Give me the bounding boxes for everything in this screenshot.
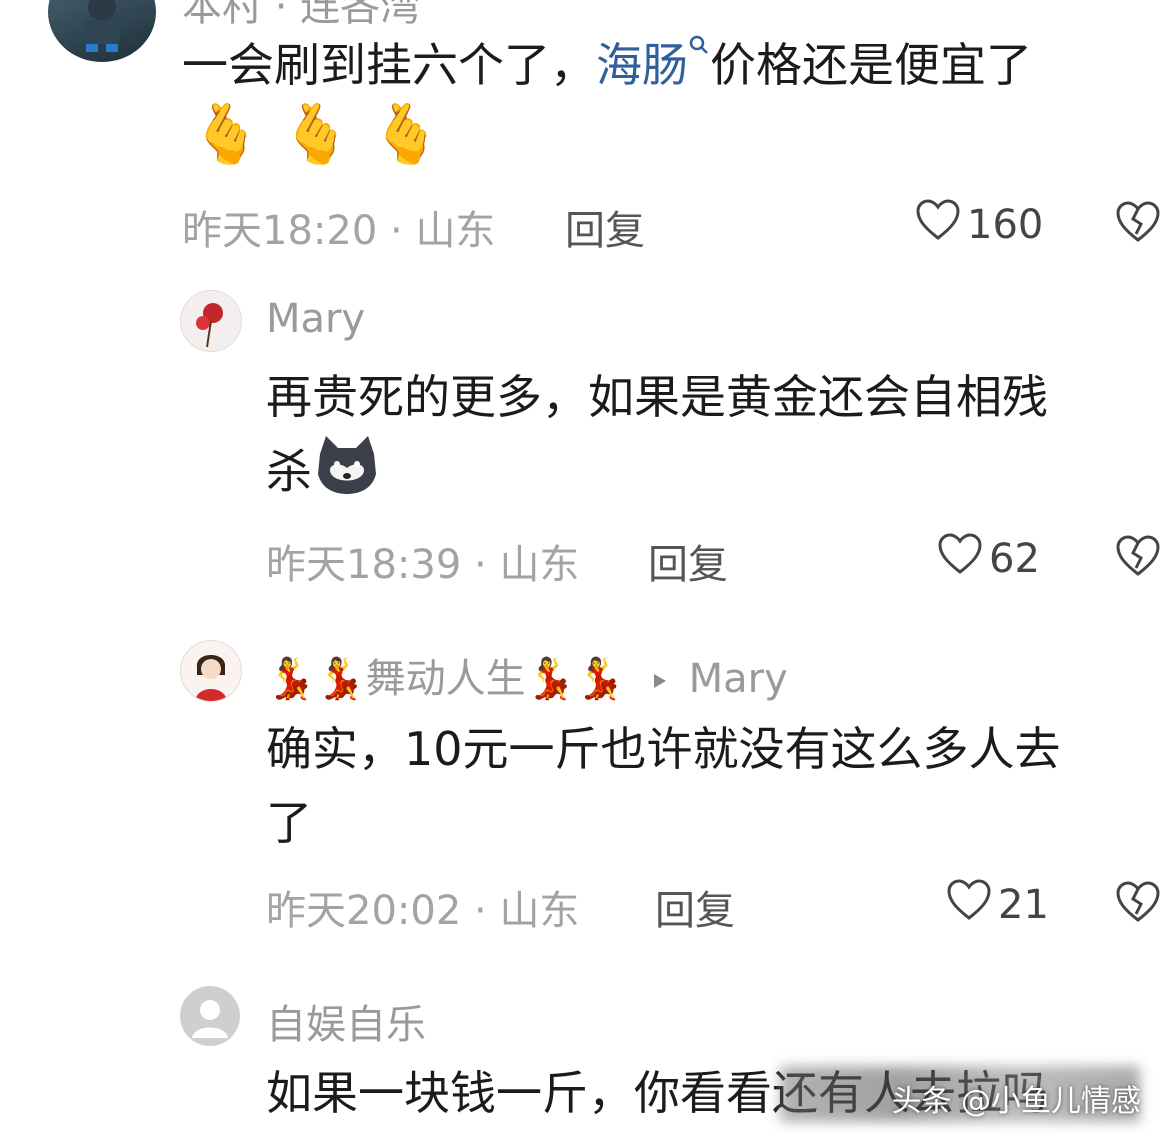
like-count: 62 [989,536,1040,582]
broken-heart-icon [1115,535,1161,582]
like-count: 21 [998,882,1049,928]
reply-to-user[interactable]: Mary [689,656,788,702]
emoji-row: 🫰🫰🫰 [190,100,461,168]
like-count: 160 [967,202,1044,248]
comment-text: 一会刷到挂六个了，海肠 价格还是便宜了 [182,35,1032,92]
broken-heart-icon [1115,881,1161,928]
comment-meta: 昨天18:20 · 山东 [182,208,496,254]
topic-link[interactable]: 海肠 [596,35,710,92]
comment-text: 确实，10元一斤也许就没有这么多人去 了 [266,722,1061,850]
username[interactable]: Mary [266,296,365,342]
broken-heart-icon [1115,201,1161,248]
avatar[interactable] [48,0,156,62]
avatar[interactable] [180,290,242,352]
comment-meta: 昨天20:02 · 山东 [266,888,580,934]
heart-icon [937,532,989,586]
heart-icon [946,878,998,932]
avatar[interactable] [180,986,240,1046]
reply-button[interactable]: 回复 [648,532,728,590]
reply-button[interactable]: 回复 [565,198,645,256]
reply-button[interactable]: 回复 [655,878,735,936]
dislike-button[interactable] [1115,534,1161,582]
default-user-icon [180,1000,240,1046]
comment-text: 再贵死的更多，如果是黄金还会自相残 杀 [266,360,1146,516]
like-button[interactable]: 160 [915,198,1043,252]
dislike-button[interactable] [1115,200,1161,248]
husky-emoji [312,434,382,516]
username[interactable]: 自娱自乐 [266,992,426,1050]
dislike-button[interactable] [1115,880,1161,928]
avatar[interactable] [180,640,242,702]
comment-meta: 昨天18:39 · 山东 [266,542,580,588]
reply-arrow-icon [638,656,676,702]
username[interactable]: 💃💃舞动人生💃💃 Mary [266,646,788,704]
search-icon [688,35,710,92]
watermark: 头条 @小鱼儿情感 [891,1084,1141,1119]
like-button[interactable]: 21 [946,878,1049,932]
heart-icon [915,198,967,252]
like-button[interactable]: 62 [937,532,1040,586]
